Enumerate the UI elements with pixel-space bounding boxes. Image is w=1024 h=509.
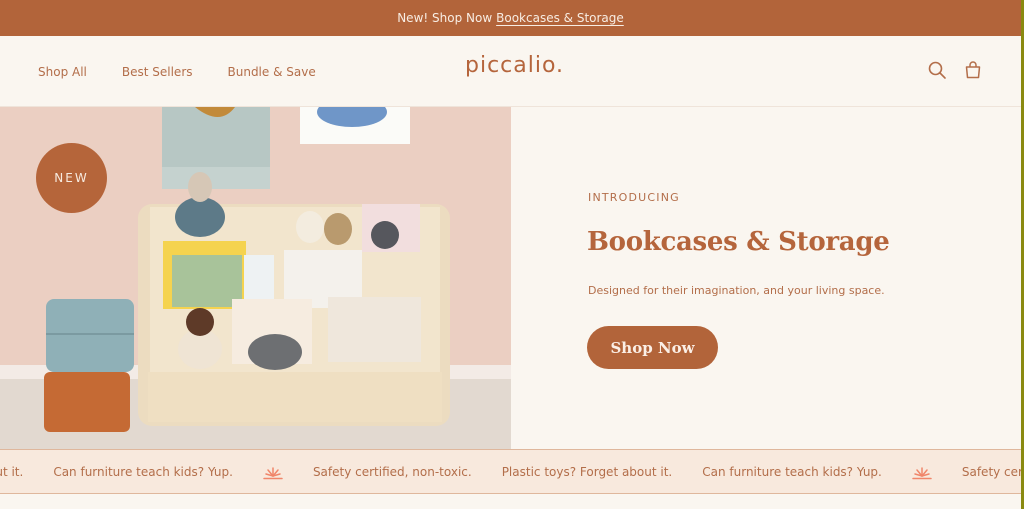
logo[interactable]: piccalio. bbox=[465, 53, 564, 78]
nav-shop-all[interactable]: Shop All bbox=[38, 65, 87, 79]
nav-best-sellers[interactable]: Best Sellers bbox=[122, 65, 193, 79]
marquee-item: out it. bbox=[0, 464, 24, 479]
marquee-item: Can furniture teach kids? Yup. bbox=[702, 464, 882, 479]
marquee-item: Plastic toys? Forget about it. bbox=[501, 464, 673, 479]
sunburst-icon bbox=[912, 465, 932, 479]
sunburst-icon bbox=[263, 465, 283, 479]
features-marquee: out it. Can furniture teach kids? Yup. S… bbox=[0, 449, 1021, 494]
announcement-prefix: New! Shop Now bbox=[397, 11, 493, 25]
hero-eyebrow: INTRODUCING bbox=[588, 191, 680, 204]
page-below-fold bbox=[0, 494, 1021, 509]
marquee-item: Safety certified, non-toxic. bbox=[961, 464, 1021, 479]
hero-title: Bookcases & Storage bbox=[587, 227, 890, 257]
hero-image: NEW bbox=[0, 107, 511, 449]
nav-bundle-save[interactable]: Bundle & Save bbox=[228, 65, 316, 79]
new-badge: NEW bbox=[36, 143, 107, 213]
hero-subtitle: Designed for their imagination, and your… bbox=[588, 284, 885, 297]
marquee-track: out it. Can furniture teach kids? Yup. S… bbox=[0, 450, 1021, 493]
marquee-item: Safety certified, non-toxic. bbox=[312, 464, 472, 479]
header-actions bbox=[927, 60, 983, 80]
shop-now-button[interactable]: Shop Now bbox=[587, 326, 718, 369]
marquee-item: Can furniture teach kids? Yup. bbox=[53, 464, 233, 479]
announcement-bar: New! Shop Now Bookcases & Storage bbox=[0, 0, 1021, 36]
shopping-bag-icon[interactable] bbox=[963, 60, 983, 80]
main-nav: Shop All Best Sellers Bundle & Save bbox=[38, 36, 316, 107]
search-icon[interactable] bbox=[927, 60, 947, 80]
hero-content: INTRODUCING Bookcases & Storage Designed… bbox=[511, 107, 1021, 449]
announcement-link[interactable]: Bookcases & Storage bbox=[496, 11, 624, 25]
site-header: Shop All Best Sellers Bundle & Save picc… bbox=[0, 36, 1021, 107]
